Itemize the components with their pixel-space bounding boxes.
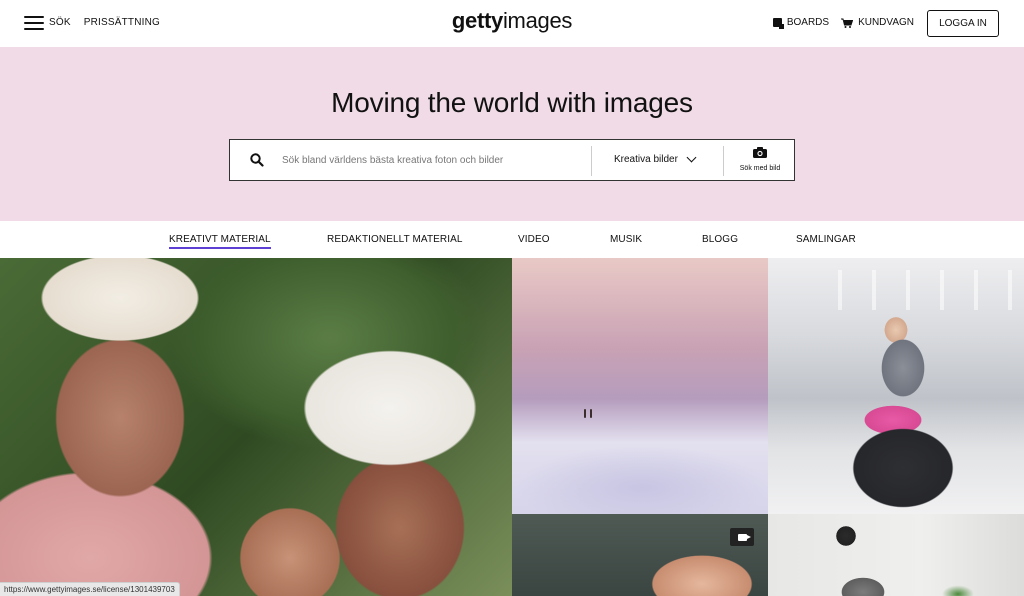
status-url: https://www.gettyimages.se/license/13014… — [0, 582, 180, 596]
logo-images: images — [502, 8, 573, 33]
tab-creative[interactable]: KREATIVT MATERIAL — [169, 234, 271, 249]
tab-blog[interactable]: BLOGG — [702, 234, 738, 245]
cart-link[interactable]: KUNDVAGN — [841, 17, 914, 28]
tab-video[interactable]: VIDEO — [518, 234, 550, 245]
image-tile-airport[interactable] — [768, 258, 1024, 514]
ceiling-lights — [808, 270, 1018, 310]
tab-music[interactable]: MUSIK — [610, 234, 642, 245]
category-tabs: KREATIVT MATERIAL REDAKTIONELLT MATERIAL… — [0, 221, 1024, 258]
walkers-figure — [582, 404, 594, 418]
hero-title: Moving the world with images — [331, 87, 693, 118]
content-type-value: Kreativa bilder — [614, 154, 678, 165]
search-by-image-label: Sök med bild — [739, 165, 781, 172]
top-navigation: SÖK PRISSÄTTNING gettyimages BOARDS KUND… — [0, 0, 1024, 47]
image-grid — [0, 258, 1024, 596]
search-divider — [591, 146, 592, 176]
boards-icon — [772, 18, 784, 29]
camera-icon — [753, 147, 767, 158]
right-nav: BOARDS KUNDVAGN — [772, 17, 914, 29]
image-tile-desert[interactable] — [512, 258, 768, 514]
video-tile-hand[interactable] — [512, 514, 768, 596]
search-divider-2 — [723, 146, 724, 176]
cart-icon — [841, 18, 854, 28]
search-by-image-button[interactable]: Sök med bild — [730, 147, 790, 172]
boards-link[interactable]: BOARDS — [772, 17, 830, 29]
search-icon[interactable] — [250, 153, 264, 167]
video-camera-icon — [730, 528, 754, 546]
tab-collections[interactable]: SAMLINGAR — [796, 234, 856, 245]
hero-banner: Moving the world with images Kreativa bi… — [0, 47, 1024, 221]
tab-editorial[interactable]: REDAKTIONELLT MATERIAL — [327, 234, 463, 245]
image-tile-interior[interactable] — [768, 514, 1024, 596]
search-input[interactable] — [282, 150, 582, 170]
search-bar: Kreativa bilder Sök med bild — [229, 139, 795, 181]
boards-label: BOARDS — [786, 17, 830, 28]
cart-label: KUNDVAGN — [858, 17, 914, 28]
chevron-down-icon — [686, 152, 697, 163]
logo-getty: getty — [451, 8, 503, 33]
image-tile-hats[interactable] — [0, 258, 512, 596]
content-type-select[interactable]: Kreativa bilder — [614, 152, 697, 165]
login-button[interactable]: LOGGA IN — [927, 10, 999, 37]
